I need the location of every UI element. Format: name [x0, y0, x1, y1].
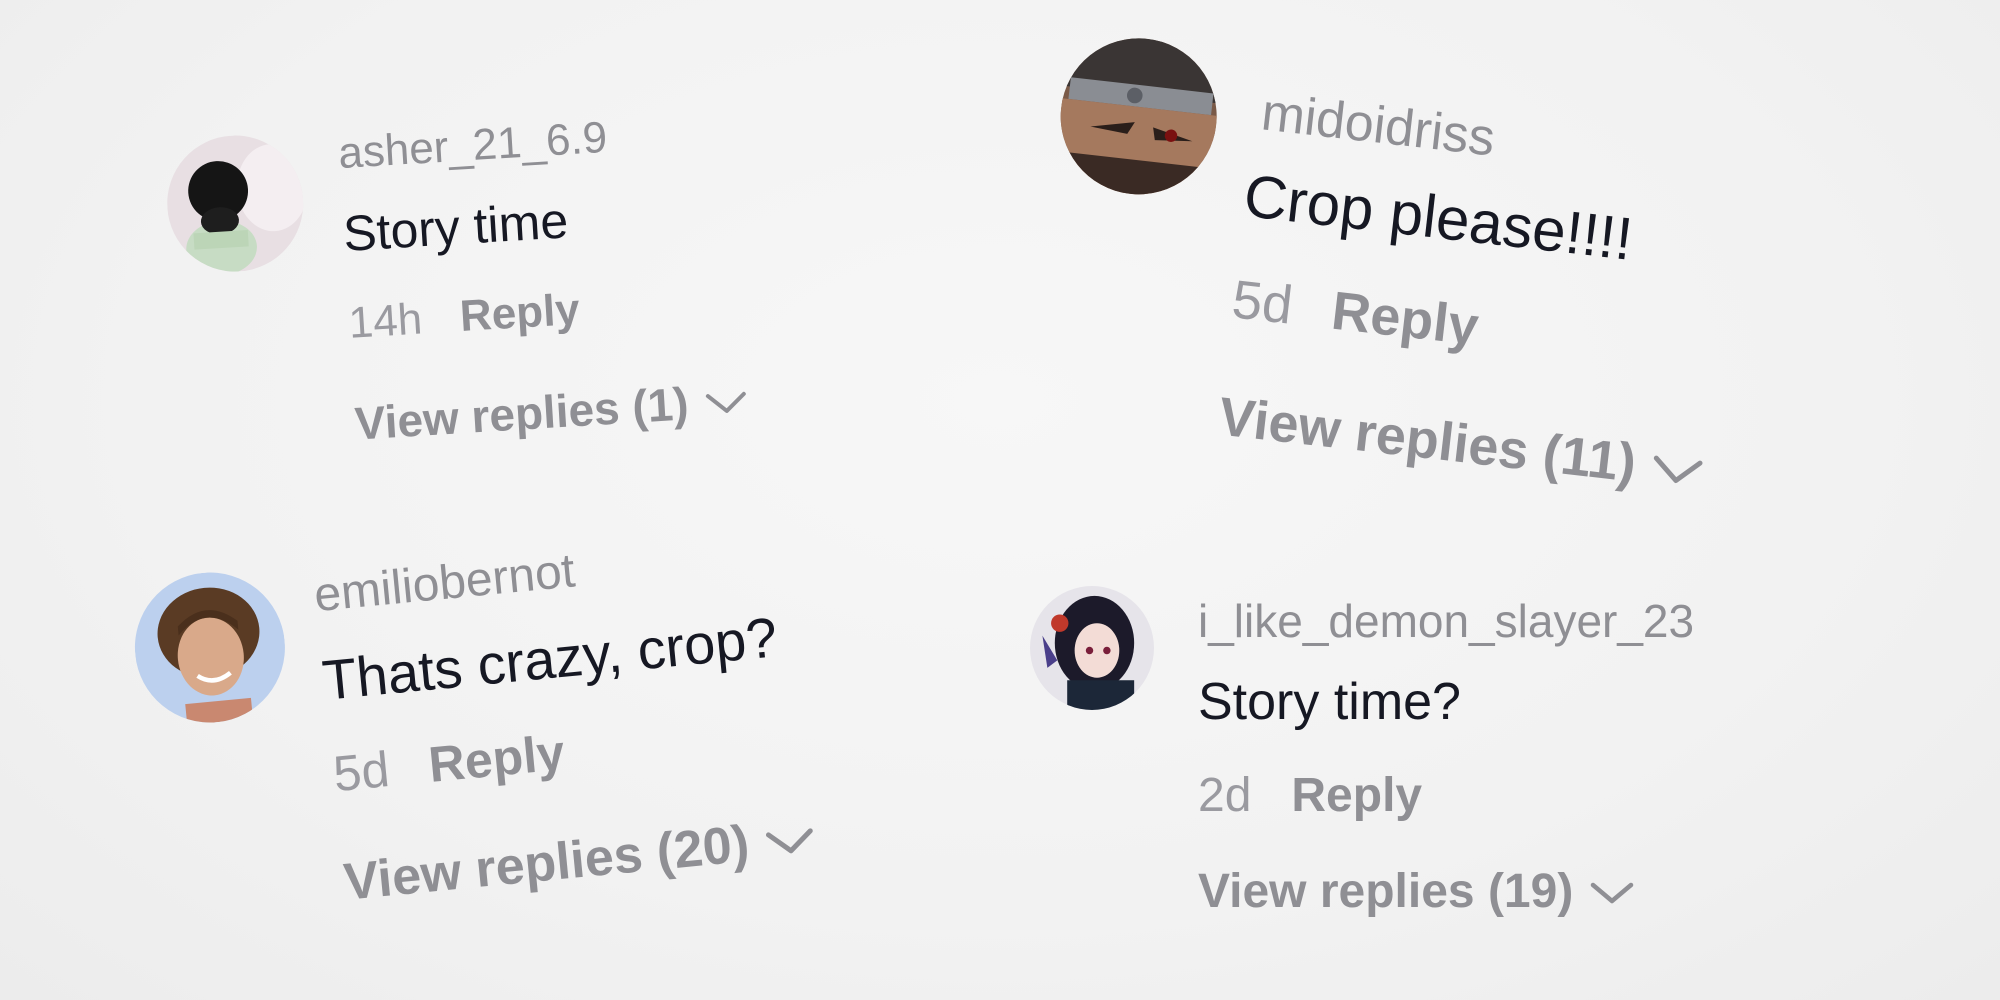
- view-replies-label: View replies (1): [353, 377, 690, 450]
- avatar[interactable]: [1030, 586, 1154, 710]
- comment-item: emiliobernot Thats crazy, crop? 5d Reply…: [128, 525, 943, 978]
- avatar-image: [163, 131, 308, 276]
- comment-item: i_like_demon_slayer_23 Story time? 2d Re…: [1030, 580, 1830, 940]
- view-replies-label: View replies (19): [1198, 865, 1574, 918]
- comment-timestamp: 2d: [1198, 769, 1252, 822]
- comment-text: Thats crazy, crop?: [319, 605, 780, 712]
- comment-timestamp: 5d: [1229, 269, 1296, 336]
- comment-text: Story time?: [1198, 673, 1461, 731]
- comment-item: midoidriss Crop please!!!! 5d Reply View…: [1018, 30, 1825, 573]
- reply-button[interactable]: Reply: [1329, 280, 1482, 358]
- comment-text: Crop please!!!!: [1240, 162, 1636, 273]
- comment-username[interactable]: midoidriss: [1259, 82, 1498, 168]
- comment-timestamp: 5d: [330, 741, 392, 803]
- comment-item: asher_21_6.9 Story time 14h Reply View r…: [160, 77, 882, 499]
- avatar[interactable]: [163, 131, 308, 276]
- comment-meta: 14h Reply: [347, 285, 581, 349]
- chevron-down-icon: [703, 373, 750, 430]
- comment-meta: 5d Reply: [331, 723, 567, 803]
- reply-button[interactable]: Reply: [1291, 768, 1422, 823]
- comment-timestamp: 14h: [347, 294, 424, 348]
- view-replies-button[interactable]: View replies (20): [341, 808, 817, 913]
- view-replies-button[interactable]: View replies (19): [1198, 864, 1635, 919]
- comment-username[interactable]: i_like_demon_slayer_23: [1198, 594, 1694, 648]
- avatar-image: [1030, 586, 1154, 710]
- comment-username[interactable]: asher_21_6.9: [337, 113, 609, 179]
- comment-text: Story time: [341, 192, 570, 262]
- comment-meta: 5d Reply: [1229, 268, 1482, 358]
- reply-button[interactable]: Reply: [458, 285, 581, 342]
- chevron-down-icon: [1648, 435, 1707, 502]
- avatar-image: [1052, 30, 1225, 203]
- avatar[interactable]: [1052, 30, 1225, 203]
- view-replies-button[interactable]: View replies (1): [353, 373, 750, 451]
- chevron-down-icon: [1589, 864, 1635, 919]
- view-replies-label: View replies (20): [341, 814, 752, 912]
- reply-button[interactable]: Reply: [426, 723, 567, 794]
- view-replies-label: View replies (11): [1215, 386, 1640, 494]
- chevron-down-icon: [762, 808, 818, 873]
- comment-meta: 2d Reply: [1198, 768, 1422, 823]
- view-replies-button[interactable]: View replies (11): [1216, 386, 1707, 503]
